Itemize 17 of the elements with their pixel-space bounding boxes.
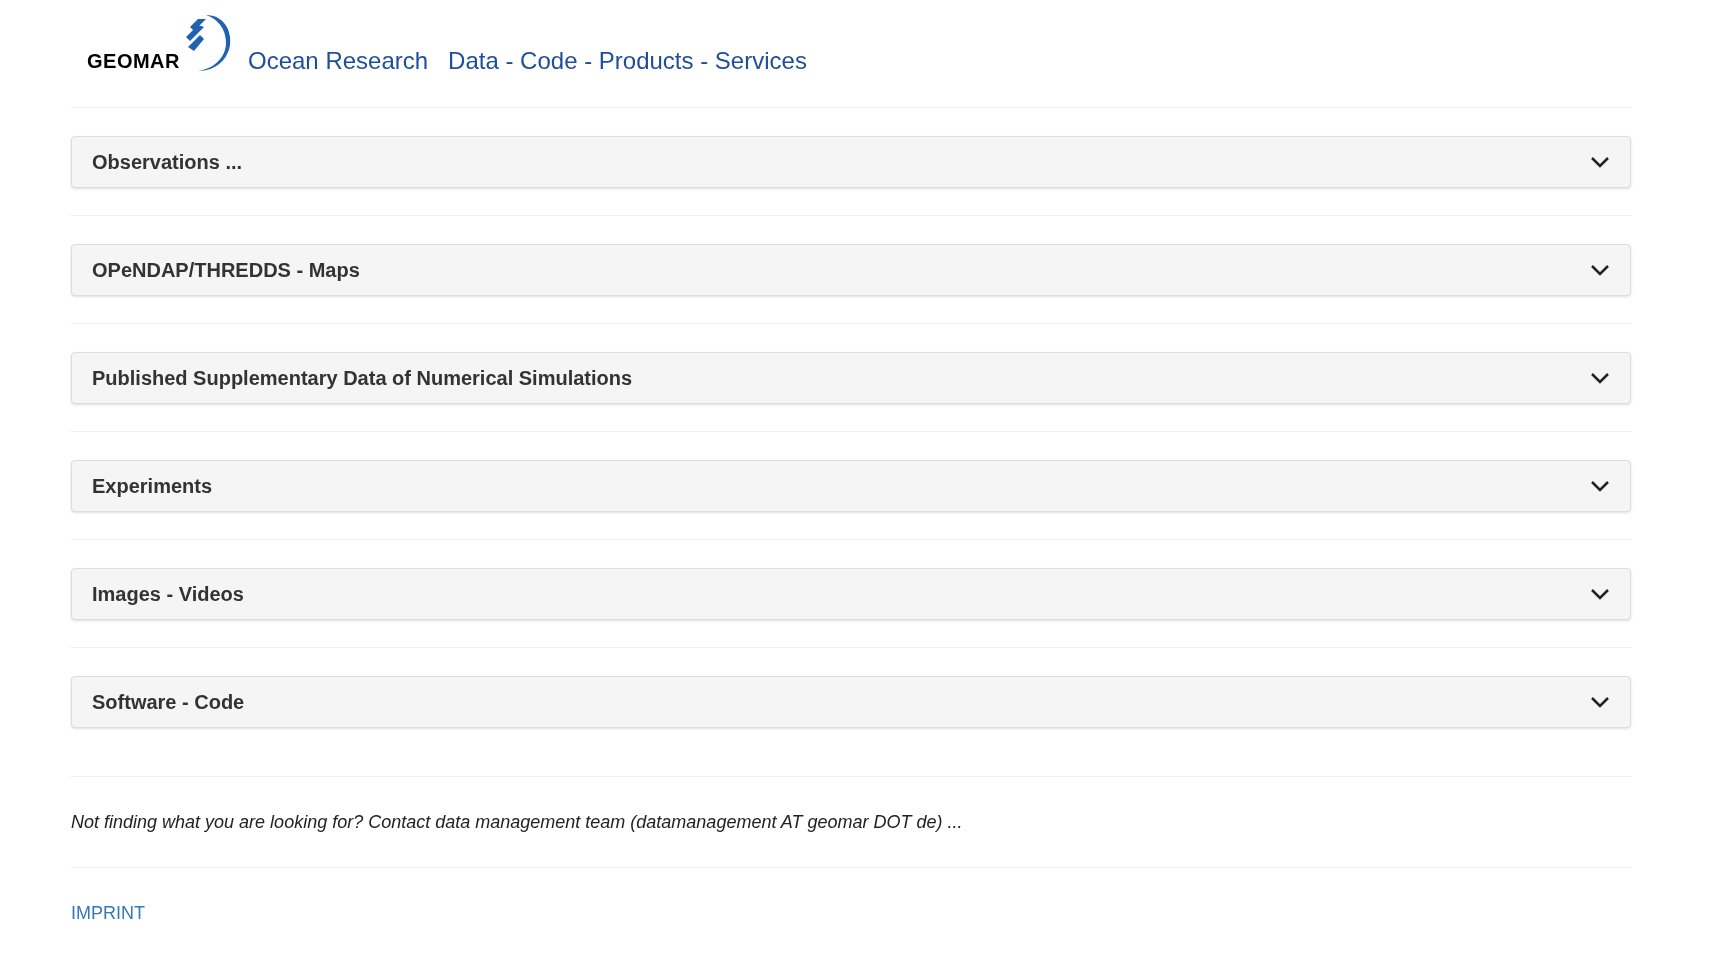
accordion-header[interactable]: Experiments: [71, 460, 1631, 512]
site-subtitle: Data - Code - Products - Services: [448, 49, 807, 73]
chevron-down-icon: [1590, 480, 1610, 492]
accordion-header[interactable]: Software - Code: [71, 676, 1631, 728]
accordion-header[interactable]: Observations ...: [71, 136, 1631, 188]
accordion-header[interactable]: Published Supplementary Data of Numerical Simulations: [71, 352, 1631, 404]
accordion-header[interactable]: OPeNDAP/THREDDS - Maps: [71, 244, 1631, 296]
imprint-link[interactable]: IMPRINT: [71, 903, 145, 923]
accordion-header[interactable]: Images - Videos: [71, 568, 1631, 620]
logo-text: GEOMAR: [87, 51, 180, 71]
contact-note: Not finding what you are looking for? Contact data management team (datamanagement AT geomar DOT de) ...: [71, 811, 964, 834]
chevron-down-icon: [1590, 696, 1610, 708]
chevron-down-icon: [1590, 264, 1610, 276]
chevron-down-icon: [1590, 156, 1610, 168]
site-title: Ocean Research: [248, 49, 429, 73]
chevron-down-icon: [1590, 588, 1610, 600]
chevron-down-icon: [1590, 372, 1610, 384]
